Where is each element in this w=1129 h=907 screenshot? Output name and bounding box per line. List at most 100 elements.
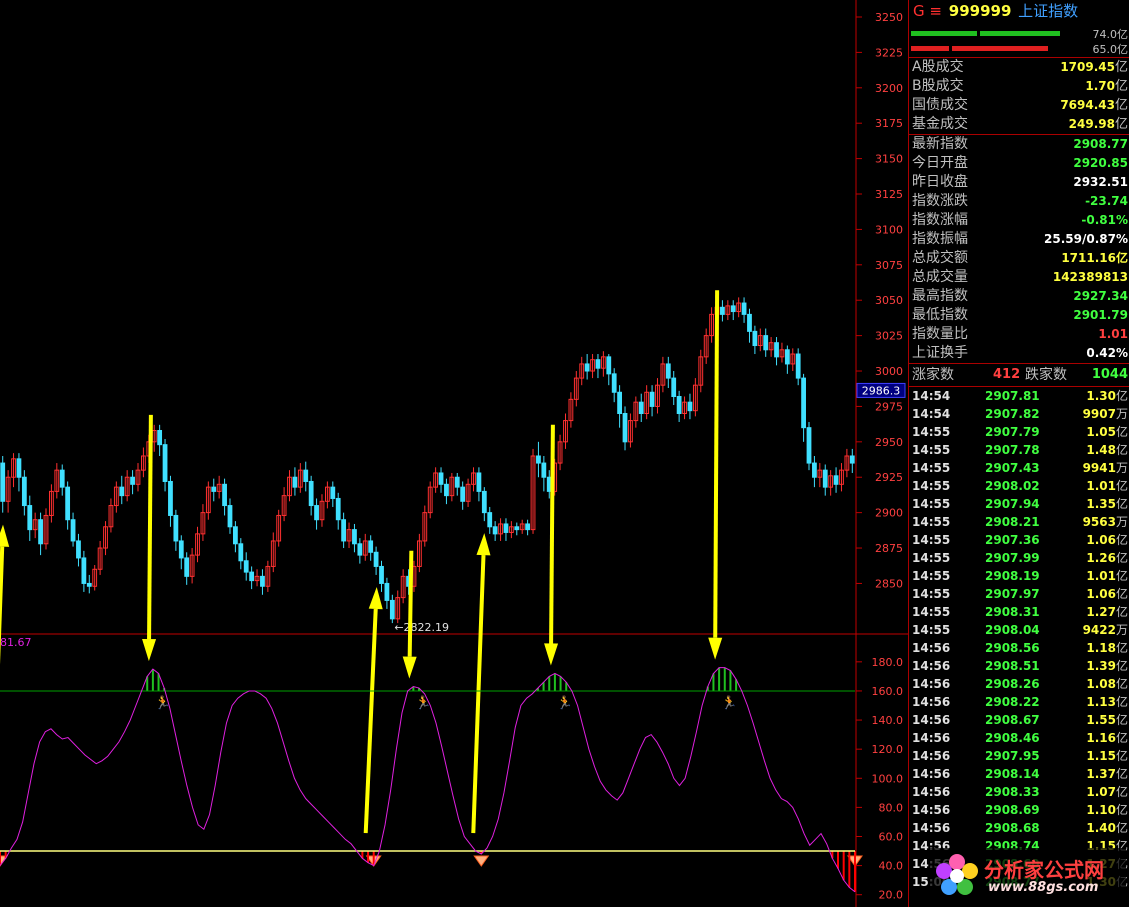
tick-volume: 1.15亿	[1086, 749, 1128, 763]
kline-chart[interactable]: 2850 2875 2900 2925 2950 2975 3000 3025 3050 3075…	[0, 0, 908, 907]
tick-row[interactable]: 14:56 2908.46 1.16亿	[909, 729, 1129, 747]
watermark-url: www.88gs.com	[988, 880, 1099, 895]
tick-row[interactable]: 14:55 2908.21 9563万	[909, 513, 1129, 531]
up-count-value: 412	[993, 367, 1021, 382]
candle-body	[611, 373, 617, 393]
price-tick-label: 2850	[875, 577, 903, 590]
turnover-value: 249.98亿	[1068, 117, 1128, 132]
tick-row[interactable]: 14:55 2907.94 1.35亿	[909, 495, 1129, 513]
tick-volume: 1.10亿	[1086, 803, 1128, 817]
candle-body	[460, 486, 466, 502]
stock-name: 上证指数	[1018, 2, 1079, 20]
tick-time: 14:54	[912, 407, 951, 421]
tick-row[interactable]: 14:56 2908.56 1.18亿	[909, 639, 1129, 657]
quote-value: 1711.16亿	[1061, 251, 1128, 265]
osc-tick-label: 140.0	[872, 714, 904, 727]
quote-label: 指数量比	[912, 326, 968, 342]
price-tick-label: 3050	[875, 294, 903, 307]
tick-row[interactable]: 14:56 2908.51 1.39亿	[909, 657, 1129, 675]
candle-body	[606, 356, 612, 375]
tick-row[interactable]: 14:56 2908.33 1.07亿	[909, 783, 1129, 801]
menu-icon[interactable]: ≡	[929, 2, 942, 20]
tick-row[interactable]: 14:55 2907.79 1.05亿	[909, 423, 1129, 441]
candle-body	[584, 363, 590, 372]
tick-row[interactable]: 14:55 2907.43 9941万	[909, 459, 1129, 477]
quote-row: 最高指数 2927.34	[909, 287, 1129, 306]
tick-price: 2908.31	[985, 605, 1040, 619]
candle-body	[314, 505, 319, 521]
candle-body	[752, 330, 758, 347]
osc-tick-label: 40.0	[879, 860, 904, 873]
tick-row[interactable]: 14:55 2907.99 1.26亿	[909, 549, 1129, 567]
quote-label: 指数涨幅	[912, 212, 968, 228]
turnover-value: 1709.45亿	[1060, 60, 1128, 75]
candle-body	[492, 526, 498, 535]
candle-body	[352, 529, 357, 545]
tick-price: 2907.78	[985, 443, 1040, 457]
candle-body	[638, 401, 644, 415]
tick-list[interactable]: 14:54 2907.81 1.30亿 14:54 2907.82 9907万 14:55 2…	[909, 387, 1129, 897]
candle-body	[243, 560, 249, 573]
tick-price: 2908.56	[985, 641, 1040, 655]
candle-body	[784, 349, 790, 365]
candle-body	[119, 486, 125, 497]
tick-row[interactable]: 14:56 2907.95 1.15亿	[909, 747, 1129, 765]
tick-row[interactable]: 14:55 2908.19 1.01亿	[909, 567, 1129, 585]
tick-row[interactable]: 14:55 2907.78 1.48亿	[909, 441, 1129, 459]
watermark-title: 分析家公式网	[984, 858, 1104, 882]
quote-label: 最低指数	[912, 307, 968, 323]
tick-row[interactable]: 14:55 2907.36 1.06亿	[909, 531, 1129, 549]
candle-body	[444, 483, 449, 497]
tick-row[interactable]: 14:56 2908.22 1.13亿	[909, 693, 1129, 711]
tick-volume: 1.07亿	[1086, 785, 1128, 799]
tick-time: 14:55	[912, 551, 951, 565]
tick-volume: 1.27亿	[1086, 605, 1128, 619]
quote-value: -0.81%	[1081, 213, 1128, 227]
candle-body	[59, 469, 65, 488]
tick-price: 2908.51	[985, 659, 1040, 673]
tick-time: 14:55	[912, 587, 951, 601]
tick-time: 14:56	[912, 785, 951, 799]
price-tick-label: 3075	[875, 259, 903, 272]
tick-row[interactable]: 14:55 2907.97 1.06亿	[909, 585, 1129, 603]
tick-row[interactable]: 14:56 2908.68 1.40亿	[909, 819, 1129, 837]
chart-background	[0, 0, 908, 907]
tick-row[interactable]: 14:55 2908.31 1.27亿	[909, 603, 1129, 621]
tick-time: 14:56	[912, 803, 951, 817]
tick-volume: 9941万	[1082, 461, 1128, 475]
candle-body	[622, 413, 628, 443]
quote-row: 总成交量 142389813	[909, 268, 1129, 287]
quote-section: 最新指数 2908.77 今日开盘 2920.85 昨日收盘 2932.51 指数涨跌 -23…	[909, 135, 1129, 364]
turnover-section: A股成交 1709.45亿 B股成交 1.70亿 国债成交 7694.43亿 基金成交 249…	[909, 58, 1129, 135]
watermark-logo: 分析家公式网 www.88gs.com	[930, 848, 1126, 904]
tick-row[interactable]: 14:56 2908.14 1.37亿	[909, 765, 1129, 783]
tick-row[interactable]: 14:55 2908.04 9422万	[909, 621, 1129, 639]
tick-row[interactable]: 14:56 2908.67 1.55亿	[909, 711, 1129, 729]
sell-arrow-shaft	[549, 424, 555, 644]
tick-row[interactable]: 14:55 2908.02 1.01亿	[909, 477, 1129, 495]
quote-label: 上证换手	[912, 345, 968, 361]
turnover-label: B股成交	[912, 78, 964, 94]
quote-label: 昨日收盘	[912, 174, 968, 190]
quote-row: 指数振幅 25.59/0.87%	[909, 230, 1129, 249]
candle-body	[0, 462, 6, 502]
candle-body	[795, 353, 801, 379]
candle-body	[227, 505, 233, 528]
candle-body	[671, 377, 677, 398]
tick-row[interactable]: 14:54 2907.82 9907万	[909, 405, 1129, 423]
turnover-value: 1.70亿	[1085, 79, 1128, 94]
sell-signal-icon: 🏃	[557, 695, 573, 711]
quote-label: 指数振幅	[912, 231, 968, 247]
price-tick-label: 3225	[875, 46, 903, 59]
tick-row[interactable]: 14:56 2908.69 1.10亿	[909, 801, 1129, 819]
tick-row[interactable]: 14:56 2908.26 1.08亿	[909, 675, 1129, 693]
market-flag: G	[913, 2, 925, 20]
tick-time: 14:56	[912, 731, 951, 745]
tick-volume: 1.08亿	[1086, 677, 1128, 691]
quote-value: 142389813	[1052, 270, 1128, 284]
stock-header[interactable]: G ≡ 999999 上证指数	[909, 0, 1129, 24]
tick-volume: 1.16亿	[1086, 731, 1128, 745]
quote-row: 昨日收盘 2932.51	[909, 173, 1129, 192]
tick-row[interactable]: 14:54 2907.81 1.30亿	[909, 387, 1129, 405]
tick-price: 2908.67	[985, 713, 1040, 727]
